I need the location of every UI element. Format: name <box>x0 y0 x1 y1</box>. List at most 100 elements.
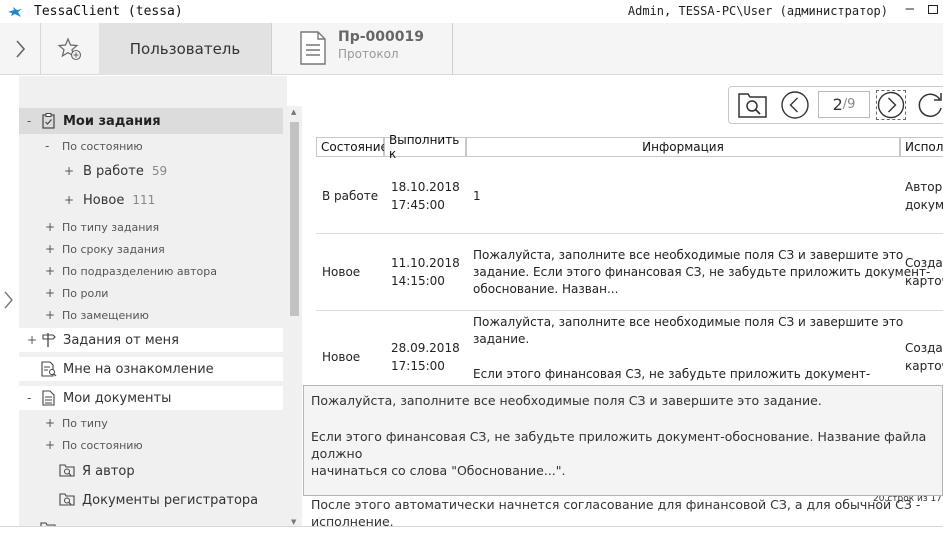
title-bar: TessaClient (tessa) Admin, TESSA-PC\User… <box>0 0 943 23</box>
tree-item-in-progress[interactable]: + В работе 59 <box>19 159 283 183</box>
scroll-up-arrow-icon[interactable]: ▲ <box>291 108 296 116</box>
cell-due-date: 28.09.2018 <box>391 341 460 355</box>
tab-user[interactable]: Пользователь <box>99 23 271 75</box>
search-view-button[interactable] <box>736 90 770 120</box>
cell-info: Пожалуйста, заполните все необходимые по… <box>473 315 904 329</box>
expand-toggle[interactable]: + <box>45 220 55 234</box>
expand-toggle[interactable]: + <box>64 164 74 178</box>
tree-item-label: Мои документы <box>63 390 172 406</box>
tooltip-paragraph: Пожалуйста, заполните все необходимые по… <box>311 393 822 408</box>
expand-toggle[interactable]: + <box>64 193 74 207</box>
tree-item-by-state[interactable]: - По состоянию <box>19 137 283 155</box>
page-indicator[interactable]: 2/9 <box>818 91 870 118</box>
tree-item-label: По подразделению автора <box>62 264 217 278</box>
document-review-icon <box>41 361 57 377</box>
chevron-left-circle-icon <box>781 91 809 119</box>
expand-toggle[interactable]: + <box>45 416 55 430</box>
cell-info: Если этого финансовая СЗ, не забудьте пр… <box>473 367 871 381</box>
document-icon <box>300 31 326 65</box>
cell-info: задание. <box>473 332 530 346</box>
tree-item-by-role[interactable]: + По роли <box>19 284 283 302</box>
tree-item-label: Мои задания <box>63 113 161 129</box>
tree-item-by-deputy[interactable]: + По замещению <box>19 306 283 324</box>
nav-toggle-button[interactable] <box>0 23 41 75</box>
previous-page-button[interactable] <box>779 90 811 120</box>
expand-toggle[interactable]: + <box>27 333 37 347</box>
tree-item-label: Новое <box>83 192 125 208</box>
tree-item-my-tasks[interactable]: - Мои задания <box>19 108 283 134</box>
total-pages: 9 <box>847 97 856 112</box>
collapse-toggle[interactable]: - <box>45 139 49 153</box>
tree-item-label-wrap: Новое 111 <box>83 193 155 208</box>
tree-item-for-review[interactable]: Мне на ознакомление <box>19 357 283 381</box>
view-toolbar: 2/9 <box>728 86 943 124</box>
tree-item-by-author-department[interactable]: + По подразделению автора <box>19 262 283 280</box>
tree-item-label: Документы регистратора <box>82 492 259 508</box>
minimize-button[interactable]: – <box>906 1 914 17</box>
tree-item-by-task-type[interactable]: + По типу задания <box>19 218 283 236</box>
collapse-toggle[interactable]: - <box>27 391 31 405</box>
search-folder-icon <box>738 93 767 118</box>
clipboard-check-icon <box>42 113 55 129</box>
tooltip-line: начинаться со слова "Обоснование...". <box>311 463 566 478</box>
tessa-logo-icon <box>8 6 22 17</box>
tree-item-documents-by-state[interactable]: + По состоянию <box>19 436 283 454</box>
column-header-info[interactable]: Информация <box>466 137 900 157</box>
tree-item-tasks-from-me[interactable]: + Задания от меня <box>19 328 283 352</box>
expand-toggle[interactable]: + <box>45 264 55 278</box>
tree-item-label: По состоянию <box>62 438 143 452</box>
collapse-toggle[interactable]: - <box>27 114 31 128</box>
tree-item-label: Задания от меня <box>63 332 179 348</box>
next-page-button[interactable] <box>876 90 906 120</box>
refresh-icon <box>918 93 942 117</box>
table-row[interactable]: В работе 18.10.2018 17:45:00 1 Автор док… <box>316 158 943 234</box>
chevron-right-icon <box>4 291 13 309</box>
expand-toggle[interactable]: + <box>45 308 55 322</box>
sidebar-collapse-strip[interactable] <box>0 76 19 534</box>
expand-toggle[interactable]: + <box>45 438 55 452</box>
chevron-right-icon <box>16 40 25 58</box>
tree-item-label: Мне на ознакомление <box>63 361 214 377</box>
tab-document[interactable]: Пр-000019 Протокол <box>300 29 424 65</box>
cell-extra: Созда <box>905 341 943 355</box>
scroll-down-arrow-icon[interactable]: ▼ <box>291 518 296 526</box>
tree-item-label-wrap: В работе 59 <box>83 164 167 179</box>
current-user: Admin, TESSA-PC\User (администратор) <box>627 4 888 18</box>
status-bar <box>0 526 943 534</box>
expand-toggle[interactable]: + <box>45 286 55 300</box>
info-tooltip: Пожалуйста, заполните все необходимые по… <box>303 385 943 529</box>
tree-item-label: По состоянию <box>62 139 143 153</box>
tree-item-label: По замещению <box>62 308 149 322</box>
column-header-state[interactable]: Состояние <box>316 137 388 157</box>
count-badge: 111 <box>132 192 156 207</box>
table-row[interactable]: Новое 11.10.2018 14:15:00 Пожалуйста, за… <box>316 235 943 311</box>
tree-item-label: По сроку задания <box>62 242 165 256</box>
column-header-due[interactable]: Выполнить к <box>384 133 466 161</box>
expand-toggle[interactable]: + <box>45 242 55 256</box>
scrollbar-thumb[interactable] <box>290 122 299 316</box>
tree-item-by-due-date[interactable]: + По сроку задания <box>19 240 283 258</box>
current-page: 2 <box>832 95 843 114</box>
table-row[interactable]: Новое 28.09.2018 17:15:00 Пожалуйста, за… <box>316 312 943 392</box>
cell-extra: докум <box>905 198 943 212</box>
column-header-extra[interactable]: Испол <box>900 137 943 157</box>
tree-item-label: По типу задания <box>62 220 160 234</box>
tree-item-my-documents[interactable]: - Мои документы <box>19 386 283 410</box>
favorites-button[interactable] <box>41 23 99 75</box>
chevron-right-circle-icon <box>877 91 905 119</box>
tooltip-line: Если этого финансовая СЗ, не забудьте пр… <box>311 429 927 461</box>
sidebar-scrollbar[interactable]: ▲ ▼ <box>287 106 302 526</box>
tree-item-by-type[interactable]: + По типу <box>19 414 283 432</box>
cell-extra: карточ <box>905 359 943 373</box>
cell-extra: Созда <box>905 256 943 270</box>
tree-item-partial[interactable] <box>19 518 283 526</box>
tree-item-registrar-documents[interactable]: Документы регистратора <box>19 488 283 512</box>
tree-item-i-am-author[interactable]: Я автор <box>19 459 283 483</box>
window-title: TessaClient (tessa) <box>34 4 183 19</box>
maximize-button[interactable] <box>928 5 938 14</box>
cell-due-time: 14:15:00 <box>391 274 445 288</box>
refresh-button[interactable] <box>915 90 943 120</box>
cell-info: обоснование. Назван... <box>473 282 619 296</box>
tree-item-new[interactable]: + Новое 111 <box>19 188 283 212</box>
tree-item-label: По роли <box>62 286 109 300</box>
